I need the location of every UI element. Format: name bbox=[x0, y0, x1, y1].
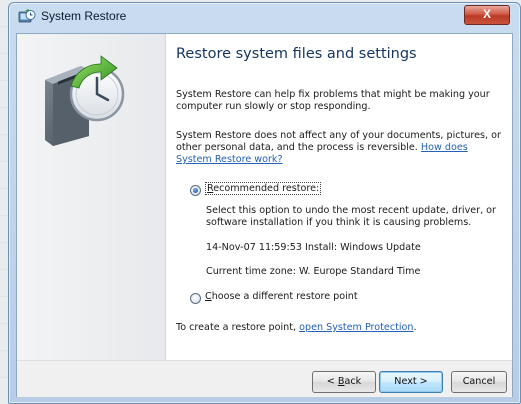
intro-text: System Restore can help fix problems tha… bbox=[176, 89, 490, 112]
create-restore-point-text: To create a restore point, open System P… bbox=[176, 322, 501, 334]
button-bar: < Back Next > Cancel bbox=[17, 360, 512, 397]
restore-point-info: 14-Nov-07 11:59:53 Install: Windows Upda… bbox=[206, 242, 421, 253]
recommended-restore-text: ecommended restore: bbox=[213, 183, 320, 194]
left-panel bbox=[17, 34, 166, 360]
back-button-prefix: < bbox=[326, 376, 338, 387]
main-content: Restore system files and settings System… bbox=[175, 34, 505, 360]
page-title: Restore system files and settings bbox=[176, 46, 417, 62]
reversible-note: System Restore does not affect any of yo… bbox=[176, 130, 501, 166]
close-button[interactable]: X bbox=[464, 5, 510, 25]
recommended-restore-label[interactable]: Recommended restore: bbox=[205, 182, 322, 195]
title-bar[interactable]: System Restore X bbox=[9, 3, 520, 31]
back-button[interactable]: < Back bbox=[312, 371, 376, 393]
choose-accel: C bbox=[205, 291, 212, 302]
cancel-button[interactable]: Cancel bbox=[451, 371, 507, 393]
window-title: System Restore bbox=[41, 9, 127, 23]
back-button-label: ack bbox=[344, 376, 362, 387]
open-system-protection-link[interactable]: open System Protection bbox=[299, 322, 413, 333]
create-restore-point-prefix: To create a restore point, bbox=[176, 322, 297, 333]
close-icon: X bbox=[482, 7, 491, 21]
recommended-description: Select this option to undo the most rece… bbox=[206, 205, 496, 228]
current-timezone: Current time zone: W. Europe Standard Ti… bbox=[206, 266, 421, 277]
recommended-restore-radio[interactable] bbox=[190, 185, 201, 196]
dialog-client-area: Restore system files and settings System… bbox=[16, 33, 513, 397]
system-restore-clock-icon bbox=[45, 55, 125, 146]
system-restore-icon bbox=[18, 9, 36, 23]
choose-different-restore-point-radio[interactable] bbox=[190, 293, 201, 304]
create-restore-point-period: . bbox=[413, 322, 417, 333]
system-restore-window: System Restore X Restore system files an… bbox=[8, 2, 521, 404]
next-button[interactable]: Next > bbox=[379, 371, 443, 393]
choose-text: hoose a different restore point bbox=[211, 291, 358, 302]
choose-different-restore-point-label[interactable]: Choose a different restore point bbox=[205, 291, 358, 302]
